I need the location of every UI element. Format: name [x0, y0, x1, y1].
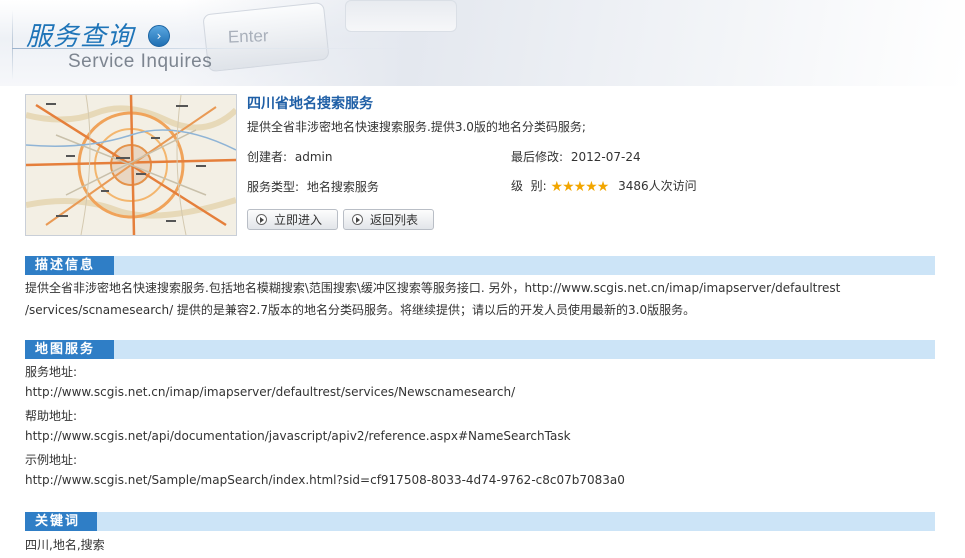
example-url-label: 示例地址: [25, 453, 78, 467]
modified-value: 2012-07-24 [570, 150, 641, 164]
description-section-header: 描述信息 [25, 256, 935, 275]
visit-count: 3486人次访问 [618, 179, 697, 193]
description-line-1: 提供全省非涉密地名快速搜索服务.包括地名模糊搜索\范围搜索\缓冲区搜索等服务接口… [25, 281, 841, 295]
keywords-section-title: 关键词 [25, 512, 97, 531]
keywords-value: 四川,地名,搜索 [25, 538, 105, 552]
rating-row: 级 别: ★★★★★ 3486人次访问 [511, 177, 697, 195]
enter-button[interactable]: 立即进入 [247, 209, 338, 230]
banner-divider-vertical [12, 10, 13, 80]
service-type-row: 服务类型: 地名搜索服务 [247, 178, 379, 195]
example-url-link[interactable]: http://www.scgis.net/Sample/mapSearch/in… [25, 473, 625, 487]
service-description: 提供全省非涉密地名快速搜索服务.提供3.0版的地名分类码服务; [247, 120, 586, 134]
modified-label: 最后修改: [511, 150, 564, 164]
service-type-value: 地名搜索服务 [306, 180, 379, 194]
map-service-section-title: 地图服务 [25, 340, 114, 359]
description-line-2: /services/scnamesearch/ 提供的是兼容2.7版本的地名分类… [25, 303, 696, 317]
map-service-section-header: 地图服务 [25, 340, 935, 359]
header-banner: Enter 服务查询 › Service Inquires [0, 0, 965, 86]
keywords-section-header: 关键词 [25, 512, 935, 531]
arrow-right-icon: › [148, 25, 170, 47]
service-url-label: 服务地址: [25, 365, 78, 379]
description-section-title: 描述信息 [25, 256, 114, 275]
back-button-label: 返回列表 [370, 213, 419, 227]
back-to-list-button[interactable]: 返回列表 [343, 209, 434, 230]
page-title: 服务查询 [26, 22, 135, 52]
modified-row: 最后修改: 2012-07-24 [511, 148, 641, 165]
creator-value: admin [294, 150, 333, 164]
keyboard-key-decoration [345, 0, 457, 32]
enter-key-label: Enter [227, 26, 269, 47]
play-circle-icon [352, 214, 363, 225]
map-thumbnail[interactable] [25, 94, 237, 236]
creator-label: 创建者: [247, 150, 288, 164]
level-label: 级 别: [511, 179, 547, 193]
service-type-label: 服务类型: [247, 180, 300, 194]
service-url-link[interactable]: http://www.scgis.net.cn/imap/imapserver/… [25, 385, 515, 399]
star-rating-icon: ★★★★★ [550, 179, 610, 195]
help-url-link[interactable]: http://www.scgis.net/api/documentation/j… [25, 429, 571, 443]
creator-row: 创建者: admin [247, 148, 332, 165]
page-subtitle: Service Inquires [68, 51, 213, 72]
enter-button-label: 立即进入 [274, 213, 323, 227]
help-url-label: 帮助地址: [25, 409, 78, 423]
map-thumbnail-image [26, 95, 236, 235]
service-title[interactable]: 四川省地名搜索服务 [247, 93, 373, 113]
play-circle-icon [256, 214, 267, 225]
